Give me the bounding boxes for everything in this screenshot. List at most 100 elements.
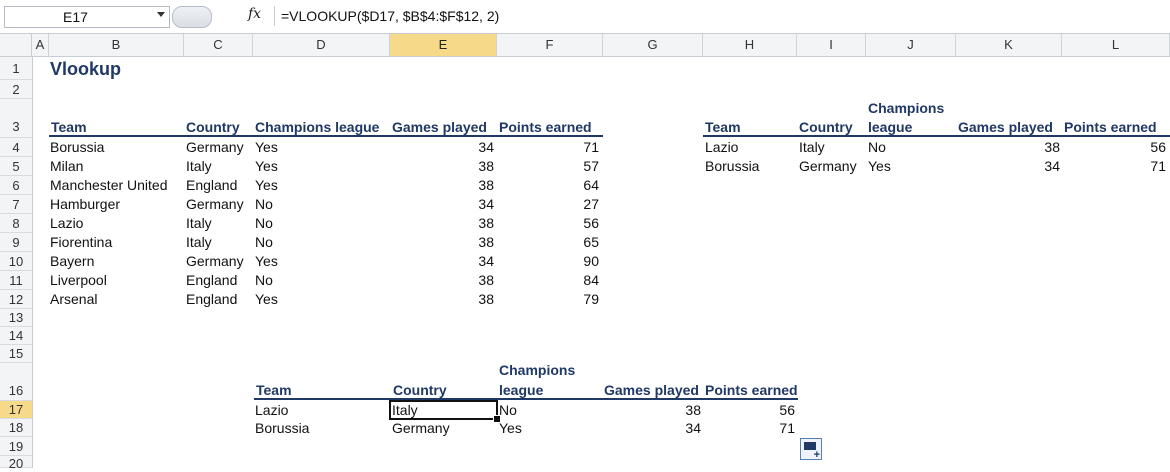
formula-input[interactable]: =VLOOKUP($D17, $B$4:$F$12, 2) [274, 6, 1167, 26]
insert-function-icon[interactable]: fx [248, 6, 261, 22]
column-header-e[interactable]: E [390, 34, 497, 56]
column-header-j[interactable]: J [866, 34, 956, 56]
row-header-19[interactable]: 19 [0, 437, 32, 456]
row-header-14[interactable]: 14 [0, 327, 32, 345]
column-header-l[interactable]: L [1062, 34, 1170, 56]
right-cell-games[interactable]: 34 [956, 158, 1060, 174]
right-cell-champions[interactable]: No [868, 139, 886, 155]
column-header-g[interactable]: G [603, 34, 703, 56]
right-cell-points[interactable]: 56 [1062, 139, 1166, 155]
bottom-cell-games[interactable]: 34 [601, 420, 701, 436]
row-header-12[interactable]: 12 [0, 290, 32, 309]
bottom-cell-team[interactable]: Borussia [255, 420, 309, 436]
main-cell-country[interactable]: England [186, 177, 237, 193]
main-cell-champions[interactable]: Yes [255, 291, 278, 307]
main-cell-country[interactable]: Germany [186, 196, 244, 212]
column-header-b[interactable]: B [49, 34, 184, 56]
main-cell-team[interactable]: Manchester United [50, 177, 168, 193]
main-cell-team[interactable]: Milan [50, 158, 83, 174]
right-cell-champions[interactable]: Yes [868, 158, 891, 174]
column-header-k[interactable]: K [956, 34, 1062, 56]
row-header-9[interactable]: 9 [0, 233, 32, 252]
main-cell-champions[interactable]: Yes [255, 139, 278, 155]
bottom-cell-champions[interactable]: Yes [499, 420, 522, 436]
row-header-8[interactable]: 8 [0, 214, 32, 233]
main-cell-country[interactable]: England [186, 272, 237, 288]
main-cell-champions[interactable]: No [255, 215, 273, 231]
active-cell-selection[interactable] [389, 400, 498, 420]
fill-handle[interactable] [493, 415, 501, 423]
bottom-cell-points[interactable]: 71 [701, 420, 795, 436]
main-cell-country[interactable]: England [186, 291, 237, 307]
right-cell-country[interactable]: Germany [799, 158, 857, 174]
main-cell-games[interactable]: 38 [390, 234, 494, 250]
main-cell-team[interactable]: Bayern [50, 253, 94, 269]
row-header-5[interactable]: 5 [0, 157, 32, 176]
main-cell-points[interactable]: 84 [497, 272, 599, 288]
column-header-c[interactable]: C [184, 34, 253, 56]
main-cell-points[interactable]: 71 [497, 139, 599, 155]
bottom-cell-team[interactable]: Lazio [255, 402, 288, 418]
main-cell-team[interactable]: Hamburger [50, 196, 120, 212]
right-cell-points[interactable]: 71 [1062, 158, 1166, 174]
main-cell-champions[interactable]: No [255, 196, 273, 212]
main-cell-team[interactable]: Fiorentina [50, 234, 112, 250]
row-header-10[interactable]: 10 [0, 252, 32, 271]
main-cell-country[interactable]: Italy [186, 158, 212, 174]
column-header-f[interactable]: F [497, 34, 603, 56]
main-cell-games[interactable]: 34 [390, 139, 494, 155]
right-cell-games[interactable]: 38 [956, 139, 1060, 155]
row-header-3[interactable]: 3 [0, 99, 32, 138]
main-cell-games[interactable]: 34 [390, 196, 494, 212]
chevron-down-icon[interactable] [157, 12, 165, 17]
main-cell-country[interactable]: Italy [186, 215, 212, 231]
main-cell-champions[interactable]: Yes [255, 253, 278, 269]
main-cell-champions[interactable]: No [255, 272, 273, 288]
main-cell-games[interactable]: 38 [390, 272, 494, 288]
row-header-4[interactable]: 4 [0, 138, 32, 157]
row-header-13[interactable]: 13 [0, 309, 32, 327]
right-cell-team[interactable]: Borussia [705, 158, 759, 174]
right-cell-team[interactable]: Lazio [705, 139, 738, 155]
main-cell-games[interactable]: 38 [390, 177, 494, 193]
column-header-h[interactable]: H [703, 34, 797, 56]
main-cell-points[interactable]: 64 [497, 177, 599, 193]
main-cell-games[interactable]: 34 [390, 253, 494, 269]
row-header-16[interactable]: 16 [0, 363, 32, 401]
row-header-18[interactable]: 18 [0, 419, 32, 437]
paste-options-icon[interactable]: + [800, 438, 822, 461]
bottom-cell-country[interactable]: Germany [392, 420, 450, 436]
main-cell-team[interactable]: Borussia [50, 139, 104, 155]
row-header-2[interactable]: 2 [0, 80, 32, 99]
row-header-17[interactable]: 17 [0, 401, 32, 419]
select-all-corner[interactable] [0, 34, 32, 56]
main-cell-champions[interactable]: No [255, 234, 273, 250]
main-cell-country[interactable]: Germany [186, 139, 244, 155]
main-cell-champions[interactable]: Yes [255, 158, 278, 174]
row-header-6[interactable]: 6 [0, 176, 32, 195]
column-header-a[interactable]: A [32, 34, 49, 56]
main-cell-games[interactable]: 38 [390, 291, 494, 307]
main-cell-champions[interactable]: Yes [255, 177, 278, 193]
main-cell-points[interactable]: 27 [497, 196, 599, 212]
worksheet-grid[interactable]: Vlookup Team Country Champions league Ga… [33, 57, 1170, 468]
main-cell-games[interactable]: 38 [390, 158, 494, 174]
name-box[interactable]: E17 [4, 6, 170, 28]
main-cell-team[interactable]: Lazio [50, 215, 83, 231]
row-header-7[interactable]: 7 [0, 195, 32, 214]
bottom-cell-points[interactable]: 56 [701, 402, 795, 418]
main-cell-points[interactable]: 90 [497, 253, 599, 269]
main-cell-points[interactable]: 57 [497, 158, 599, 174]
main-cell-games[interactable]: 38 [390, 215, 494, 231]
right-cell-country[interactable]: Italy [799, 139, 825, 155]
main-cell-country[interactable]: Germany [186, 253, 244, 269]
main-cell-country[interactable]: Italy [186, 234, 212, 250]
column-header-i[interactable]: I [797, 34, 866, 56]
formula-toggle-button[interactable] [172, 6, 212, 28]
main-cell-points[interactable]: 79 [497, 291, 599, 307]
main-cell-points[interactable]: 65 [497, 234, 599, 250]
row-header-1[interactable]: 1 [0, 57, 32, 80]
column-header-d[interactable]: D [253, 34, 390, 56]
row-header-20[interactable]: 20 [0, 456, 32, 471]
bottom-cell-champions[interactable]: No [499, 402, 517, 418]
